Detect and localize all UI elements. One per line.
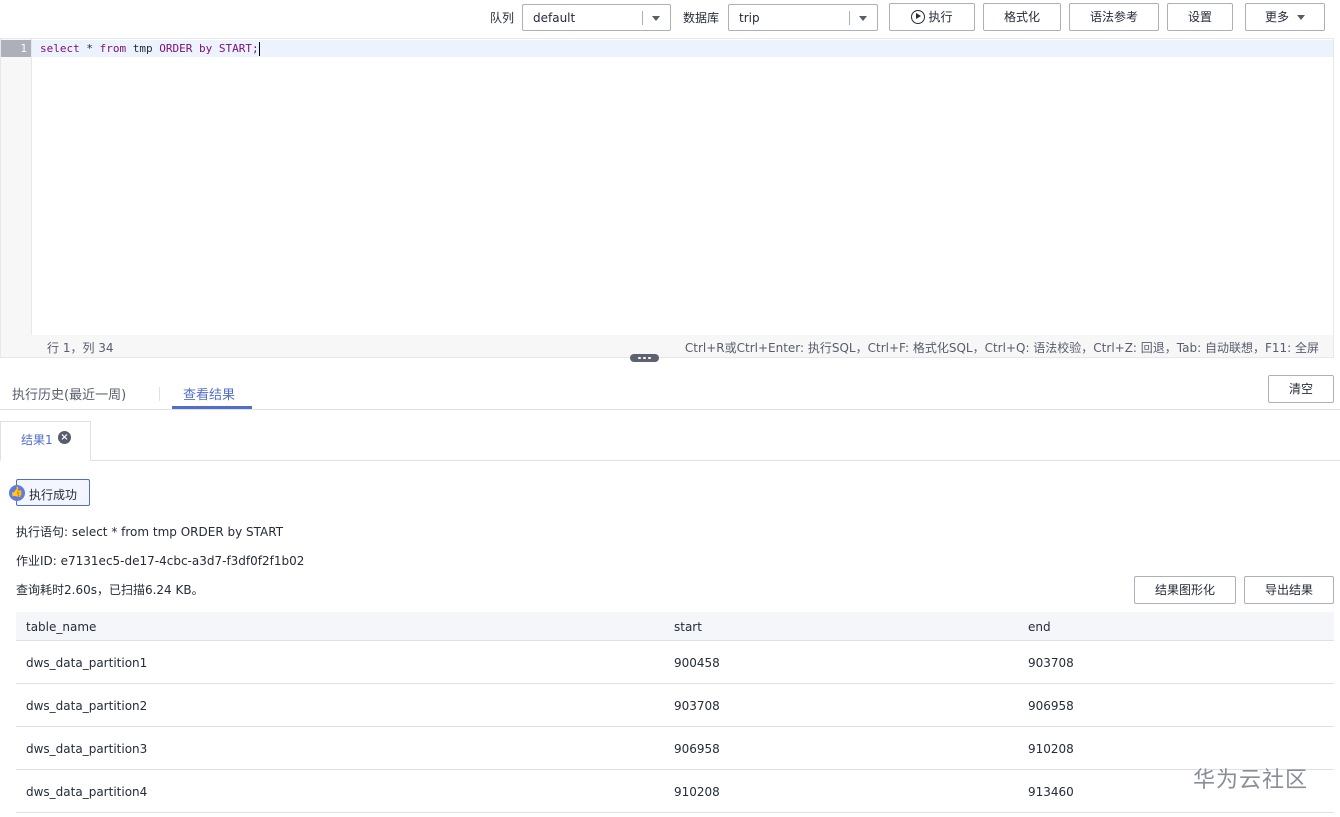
active-tab-indicator: [172, 406, 252, 409]
result-tab-1[interactable]: 结果1 ×: [0, 421, 91, 461]
database-label: 数据库: [683, 11, 720, 25]
editor-status-bar: 行 1，列 34 Ctrl+R或Ctrl+Enter: 执行SQL，Ctrl+F…: [1, 335, 1333, 357]
table-row: dws_data_partition3 906958 910208: [16, 727, 1334, 770]
database-select[interactable]: trip: [728, 4, 878, 31]
column-header: start: [674, 620, 702, 634]
format-button[interactable]: 格式化: [983, 3, 1061, 31]
code-keyword: by: [199, 42, 213, 55]
line-number: 1: [1, 40, 31, 57]
clear-button[interactable]: 清空: [1268, 375, 1334, 403]
table-header: table_name start end: [16, 612, 1334, 641]
code-token: ;: [252, 42, 259, 55]
visualize-result-button[interactable]: 结果图形化: [1134, 576, 1236, 604]
thumbs-up-icon: 👍: [9, 485, 25, 501]
export-result-button[interactable]: 导出结果: [1244, 576, 1334, 604]
executed-statement: 执行语句: select * from tmp ORDER by START: [16, 525, 284, 539]
job-id: 作业ID: e7131ec5-de17-4cbc-a3d7-f3df0f2f1b…: [16, 554, 305, 568]
table-cell: 903708: [674, 699, 720, 713]
execute-button-label: 执行: [928, 10, 953, 24]
result-tabs: 结果1 ×: [0, 421, 1340, 461]
more-button-label: 更多: [1264, 10, 1289, 24]
chevron-down-icon: [1297, 15, 1305, 20]
result-table: table_name start end dws_data_partition1…: [16, 612, 1334, 813]
chevron-down-icon: [859, 16, 867, 21]
result-tab-label: 结果1: [21, 433, 53, 447]
close-icon[interactable]: ×: [58, 431, 71, 444]
table-cell: dws_data_partition3: [26, 742, 148, 756]
select-separator: [642, 11, 643, 25]
table-row: dws_data_partition4 910208 913460: [16, 770, 1334, 813]
queue-select-value: default: [533, 11, 576, 25]
column-header: end: [1028, 620, 1051, 634]
code-keyword: ORDER: [159, 42, 193, 55]
chevron-down-icon: [652, 16, 660, 21]
table-cell: dws_data_partition2: [26, 699, 148, 713]
code-token: *: [86, 42, 93, 55]
resize-handle[interactable]: [630, 354, 659, 362]
queue-label: 队列: [490, 11, 515, 25]
bottom-tabs: 执行历史(最近一周) 查看结果: [0, 375, 1340, 410]
tab-results[interactable]: 查看结果: [183, 384, 235, 403]
table-cell: 910208: [1028, 742, 1074, 756]
settings-button[interactable]: 设置: [1167, 3, 1233, 31]
cursor-position: 行 1，列 34: [47, 341, 114, 355]
code-line[interactable]: select * from tmp ORDER by START;: [40, 41, 260, 56]
line-gutter: [1, 39, 32, 335]
success-badge: 👍 执行成功: [9, 479, 90, 506]
code-keyword: select: [40, 42, 80, 55]
queue-select[interactable]: default: [522, 4, 671, 31]
table-cell: dws_data_partition1: [26, 656, 148, 670]
column-header: table_name: [26, 620, 97, 634]
table-cell: 910208: [674, 785, 720, 799]
table-cell: 900458: [674, 656, 720, 670]
execute-button[interactable]: 执行: [889, 3, 975, 31]
play-icon: [911, 9, 926, 24]
watermark: 华为云社区: [1193, 768, 1309, 793]
success-label: 执行成功: [29, 488, 78, 502]
table-cell: 906958: [674, 742, 720, 756]
syntax-reference-button[interactable]: 语法参考: [1069, 3, 1159, 31]
text-cursor: [258, 42, 260, 56]
database-select-value: trip: [739, 11, 760, 25]
toolbar: 队列 default 数据库 trip 执行 格式化 语法参考 设置 更多: [0, 0, 1340, 36]
sql-editor[interactable]: 1 select * from tmp ORDER by START; 行 1，…: [0, 38, 1334, 358]
shortcut-hint: Ctrl+R或Ctrl+Enter: 执行SQL，Ctrl+F: 格式化SQL，…: [684, 341, 1319, 355]
code-keyword: from: [99, 42, 127, 55]
query-summary: 查询耗时2.60s，已扫描6.24 KB。: [16, 583, 204, 597]
more-button[interactable]: 更多: [1245, 3, 1325, 31]
tab-history[interactable]: 执行历史(最近一周): [12, 384, 126, 403]
table-cell: dws_data_partition4: [26, 785, 148, 799]
tab-divider: [159, 387, 160, 401]
code-token: START: [218, 42, 252, 55]
table-row: dws_data_partition2 903708 906958: [16, 684, 1334, 727]
table-cell: 906958: [1028, 699, 1074, 713]
table-row: dws_data_partition1 900458 903708: [16, 641, 1334, 684]
table-cell: 913460: [1028, 785, 1074, 799]
code-token: tmp: [132, 42, 153, 55]
table-cell: 903708: [1028, 656, 1074, 670]
select-separator: [849, 11, 850, 25]
